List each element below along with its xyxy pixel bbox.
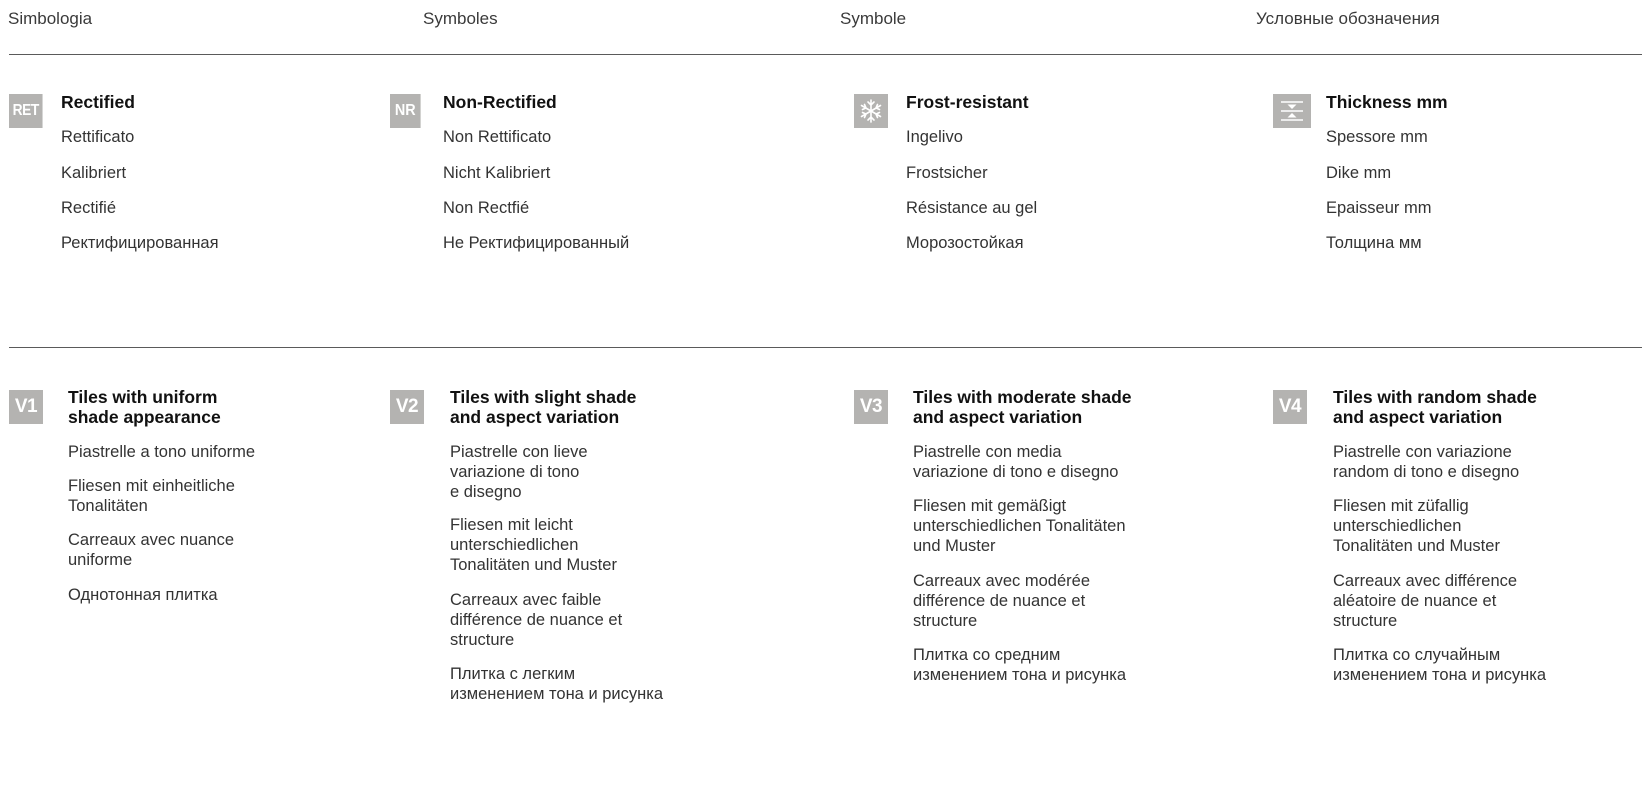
symbol-item: Non Rettificato [443, 128, 552, 146]
variation-title: Tiles with random shade and aspect varia… [1333, 387, 1537, 427]
symbol-title: Rectified [61, 92, 135, 112]
symbol-item: Морозостойкая [906, 234, 1024, 252]
symbol-item: Толщина мм [1326, 234, 1422, 252]
variation-item: Fliesen mit züfallig unterschiedlichen T… [1333, 497, 1500, 555]
variation-title: Tiles with uniform shade appearance [68, 387, 221, 427]
symbol-item: Kalibriert [61, 164, 127, 182]
variation-item: Плитка со случайным изменением тона и ри… [1333, 646, 1547, 684]
variation-item: Fliesen mit gemäßigt unterschiedlichen T… [913, 497, 1126, 555]
symbol-title: Thickness mm [1326, 92, 1448, 112]
variation-title: Tiles with slight shade and aspect varia… [450, 387, 637, 427]
variation-item: Плитка со средним изменением тона и рису… [913, 646, 1127, 684]
middle-divider [9, 347, 1642, 348]
symbol-item: Frostsicher [906, 164, 988, 182]
thickness-icon [1273, 94, 1311, 128]
v2-badge-icon: V2 [390, 390, 424, 424]
variation-item: Piastrelle a tono uniforme [68, 443, 256, 461]
symbol-item: Dike mm [1326, 164, 1392, 182]
variation-item: Carreaux avec nuance uniforme [68, 531, 235, 569]
symbol-title: Non-Rectified [443, 92, 557, 112]
header-label-french: Symboles [423, 9, 498, 28]
symbol-item: Ingelivo [906, 128, 963, 146]
v4-badge-icon: V4 [1273, 390, 1307, 424]
top-divider [9, 54, 1642, 55]
symbol-item: Résistance au gel [906, 199, 1038, 217]
variation-item: Плитка с легким изменением тона и рисунк… [450, 665, 664, 703]
symbol-item: Epaisseur mm [1326, 199, 1432, 217]
symbol-title: Frost-resistant [906, 92, 1029, 112]
variation-title: Tiles with moderate shade and aspect var… [913, 387, 1132, 427]
variation-item: Piastrelle con variazione random di tono… [1333, 443, 1520, 481]
variation-item: Fliesen mit leicht unterschiedlichen Ton… [450, 516, 617, 574]
symbol-item: Rectifié [61, 199, 117, 217]
variation-item: Piastrelle con lieve variazione di tono … [450, 443, 588, 501]
symbol-item: Non Rectfié [443, 199, 530, 217]
variation-item: Однотонная плитка [68, 586, 218, 604]
symbol-item: Nicht Kalibriert [443, 164, 551, 182]
variation-item: Carreaux avec différence aléatoire de nu… [1333, 572, 1518, 630]
v1-badge-icon: V1 [9, 390, 43, 424]
variation-item: Piastrelle con media variazione di tono … [913, 443, 1119, 481]
snowflake-icon [854, 94, 888, 128]
symbol-item: Rettificato [61, 128, 135, 146]
variation-item: Fliesen mit einheitliche Tonalitäten [68, 477, 235, 515]
symbol-item: Ректифицированная [61, 234, 219, 252]
symbol-item: Spessore mm [1326, 128, 1428, 146]
v3-badge-icon: V3 [854, 390, 888, 424]
header-label-italian: Simbologia [8, 9, 93, 28]
variation-item: Carreaux avec modérée différence de nuan… [913, 572, 1091, 630]
variation-item: Carreaux avec faible différence de nuanc… [450, 591, 623, 649]
header-label-russian: Условные обозначения [1256, 9, 1440, 28]
symbol-item: Не Ректифицированный [443, 234, 630, 252]
nr-badge-icon: NR [390, 94, 421, 128]
ret-badge-icon: RET [9, 94, 43, 128]
header-label-german: Symbole [840, 9, 907, 28]
